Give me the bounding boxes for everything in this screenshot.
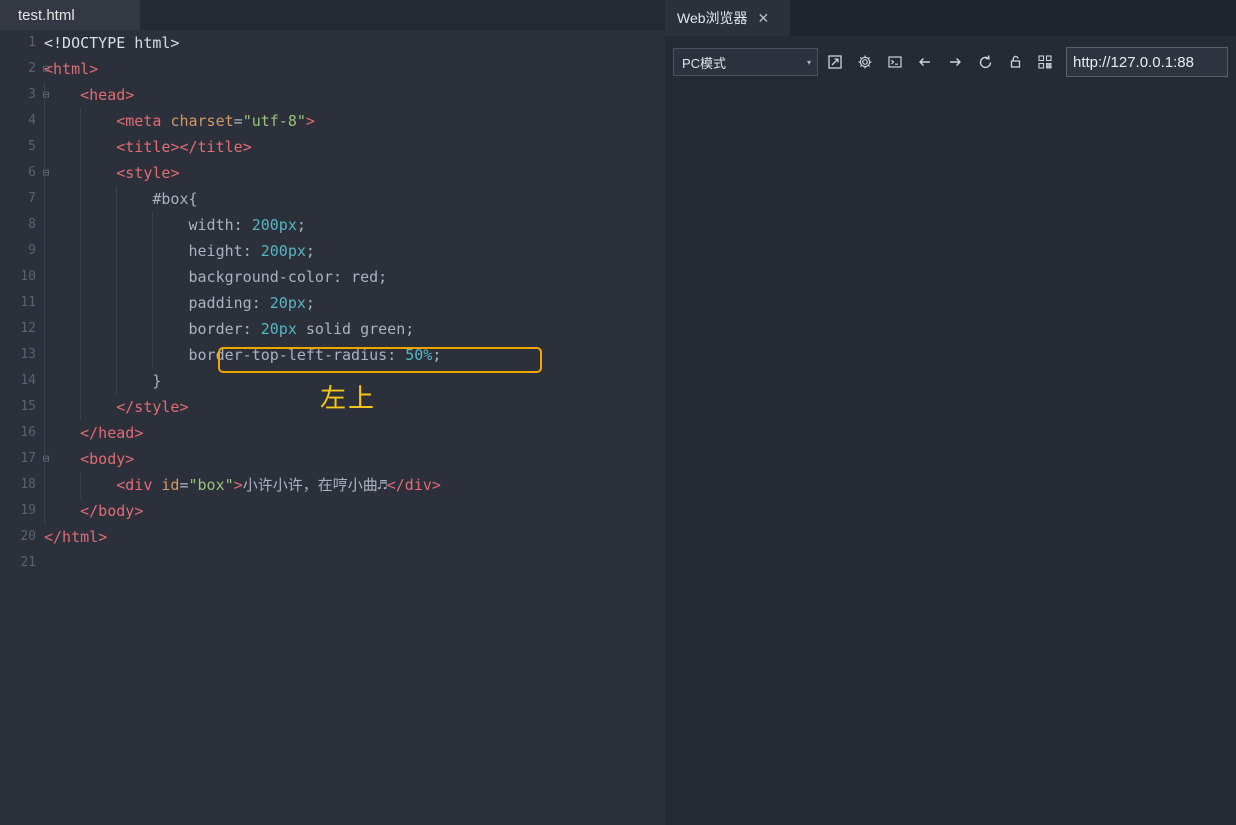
code-line[interactable]: 8 width: 200px; — [0, 212, 665, 238]
browser-tab-bar: Web浏览器 ✕ — [665, 0, 1236, 36]
forward-arrow-icon[interactable] — [942, 49, 968, 75]
close-icon[interactable]: ✕ — [758, 10, 770, 27]
code-line-text: #box{ — [152, 190, 198, 208]
device-mode-select[interactable]: PC模式 ▾ — [673, 48, 818, 76]
code-line[interactable]: 4 <meta charset="utf-8"> — [0, 108, 665, 134]
console-icon[interactable] — [882, 49, 908, 75]
code-line[interactable]: 19 </body> — [0, 498, 665, 524]
code-line-text: <head> — [80, 86, 135, 104]
line-number: 13 — [20, 347, 36, 362]
code-line[interactable]: 12 border: 20px solid green; — [0, 316, 665, 342]
code-line[interactable]: 6 ⊟ <style> — [0, 160, 665, 186]
reload-icon[interactable] — [972, 49, 998, 75]
code-line[interactable]: 21 — [0, 550, 665, 576]
code-line-text: </head> — [80, 424, 144, 442]
browser-tab-web[interactable]: Web浏览器 ✕ — [665, 0, 790, 36]
code-line[interactable]: 2 ⊟ <html> — [0, 56, 665, 82]
device-mode-value: PC模式 — [682, 55, 727, 71]
code-line-text: <style> — [116, 164, 180, 182]
gear-icon[interactable] — [852, 49, 878, 75]
code-line-text: <div id="box">小许小许，在哼小曲♬</div> — [116, 476, 441, 494]
line-number: 18 — [20, 477, 36, 492]
chevron-down-icon: ▾ — [806, 57, 811, 67]
code-line-text: } — [44, 372, 162, 390]
line-number: 4 — [28, 113, 36, 128]
line-number: 2 — [28, 61, 36, 76]
browser-pane: Web浏览器 ✕ PC模式 ▾ http://127.0.0.1:88 — [665, 0, 1236, 825]
code-line[interactable]: 10 background-color: red; — [0, 264, 665, 290]
code-line[interactable]: 7 #box{ — [0, 186, 665, 212]
url-text: http://127.0.0.1:88 — [1073, 53, 1194, 71]
code-line[interactable]: 1 <!DOCTYPE html> — [0, 30, 665, 56]
code-line[interactable]: 18 <div id="box">小许小许，在哼小曲♬</div> — [0, 472, 665, 498]
browser-toolbar: PC模式 ▾ http://127.0.0.1:88 — [665, 36, 1236, 88]
code-line-text: </body> — [80, 502, 144, 520]
code-line-text: </html> — [44, 528, 108, 546]
code-line[interactable]: 16 </head> — [0, 420, 665, 446]
popout-icon[interactable] — [822, 49, 848, 75]
lock-icon[interactable] — [1002, 49, 1028, 75]
line-number: 16 — [20, 425, 36, 440]
browser-tab-label: Web浏览器 — [677, 10, 748, 26]
line-number: 14 — [20, 373, 36, 388]
code-line-text: <meta charset="utf-8"> — [116, 112, 315, 130]
code-line[interactable]: 17 ⊟ <body> — [0, 446, 665, 472]
line-number: 19 — [20, 503, 36, 518]
code-line[interactable]: 5 <title></title> — [0, 134, 665, 160]
line-number: 6 — [28, 165, 36, 180]
code-line-text: width: 200px; — [188, 216, 306, 234]
code-line-text: <!DOCTYPE html> — [44, 34, 180, 52]
line-number: 1 — [28, 35, 36, 50]
code-line-text: border: 20px solid green; — [188, 320, 415, 338]
line-number: 17 — [20, 451, 36, 466]
code-line-text: height: 200px; — [188, 242, 315, 260]
code-line-text: padding: 20px; — [188, 294, 315, 312]
line-number: 21 — [20, 555, 36, 570]
line-number: 7 — [28, 191, 36, 206]
line-number: 8 — [28, 217, 36, 232]
line-number: 5 — [28, 139, 36, 154]
code-line[interactable]: 13 border-top-left-radius: 50%; — [0, 342, 665, 368]
code-line[interactable]: 11 padding: 20px; — [0, 290, 665, 316]
code-editor-pane: test.html 1 <!DOCTYPE html> 2 ⊟ <html> 3 ⊟ <he… — [0, 0, 665, 825]
code-line-text: <html> — [44, 60, 99, 78]
line-number: 9 — [28, 243, 36, 258]
code-line-text: <body> — [80, 450, 135, 468]
code-line[interactable]: 20 </html> — [0, 524, 665, 550]
code-line-text: background-color: red; — [188, 268, 388, 286]
editor-tab-label: test.html — [18, 6, 75, 24]
code-line-text: border-top-left-radius: 50%; — [188, 346, 442, 364]
code-area[interactable]: 1 <!DOCTYPE html> 2 ⊟ <html> 3 ⊟ <head> 4 <meta… — [0, 30, 665, 825]
line-number: 12 — [20, 321, 36, 336]
line-number: 11 — [20, 295, 36, 310]
editor-tab-test-html[interactable]: test.html — [0, 0, 140, 30]
code-line[interactable]: 9 height: 200px; — [0, 238, 665, 264]
line-number: 20 — [20, 529, 36, 544]
annotation-text-top-left: 左上 — [320, 384, 377, 414]
code-line-text: <title></title> — [116, 138, 252, 156]
line-number: 10 — [20, 269, 36, 284]
back-arrow-icon[interactable] — [912, 49, 938, 75]
line-number: 3 — [28, 87, 36, 102]
code-line-text: </style> — [116, 398, 189, 416]
url-input[interactable]: http://127.0.0.1:88 — [1066, 47, 1228, 77]
editor-tab-bar: test.html — [0, 0, 665, 30]
qrcode-icon[interactable] — [1032, 49, 1058, 75]
code-line[interactable]: 3 ⊟ <head> — [0, 82, 665, 108]
line-number: 15 — [20, 399, 36, 414]
